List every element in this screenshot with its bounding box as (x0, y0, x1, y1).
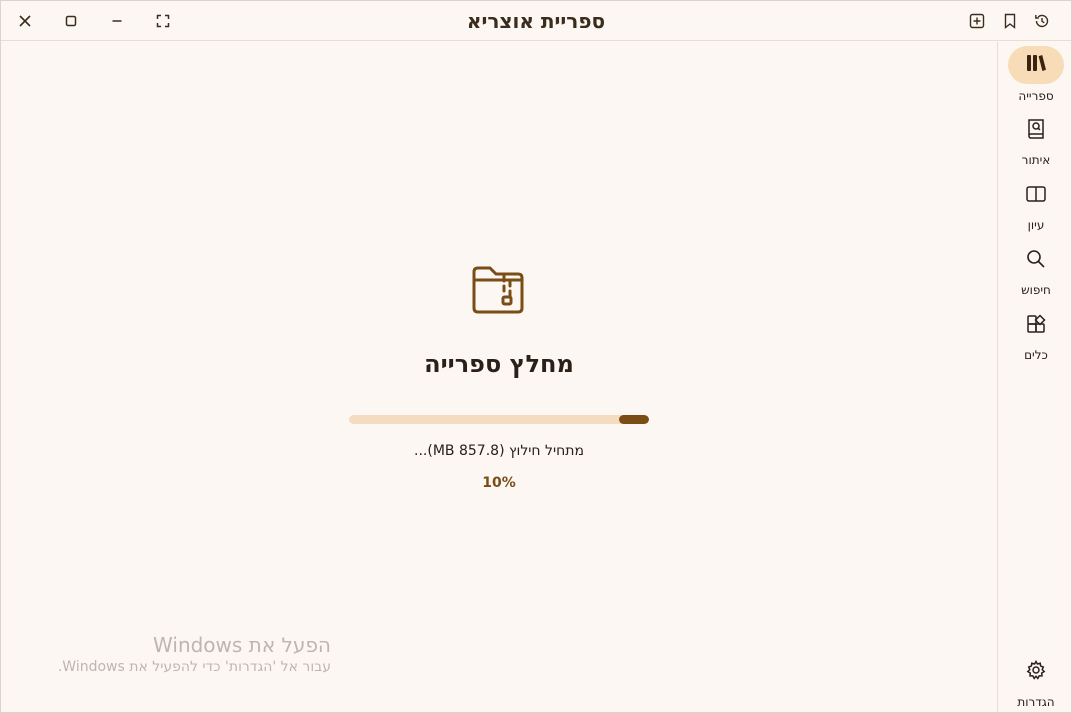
extraction-status: מתחיל חילוץ (857.8 MB)... (414, 443, 584, 459)
sidebar-item-library[interactable]: ספרייה (998, 46, 1072, 106)
bookmark-icon (1003, 13, 1017, 29)
nav-icon-holder (1008, 242, 1064, 280)
library-icon (1025, 53, 1047, 77)
watermark-title: הפעל את Windows (153, 633, 331, 657)
windows-activation-watermark: הפעל את Windows עבור אל 'הגדרות' כדי להפ… (51, 632, 331, 676)
tools-icon (1026, 314, 1046, 338)
sidebar-item-label: ספרייה (1018, 89, 1054, 103)
history-icon (1034, 13, 1050, 29)
app-window: ספריית אוצריא מחלץ ספרייה מתחיל חילוץ (8… (0, 0, 1072, 713)
sidebar-item-label: הגדרות (1017, 695, 1055, 709)
watermark-subtitle: עבור אל 'הגדרות' כדי להפעיל את Windows. (57, 659, 331, 675)
nav-icon-holder (1008, 307, 1064, 345)
gear-icon (1026, 659, 1046, 684)
reading-icon (1025, 184, 1047, 208)
sidebar-item-label: איתור (1021, 153, 1051, 167)
sidebar-item-tools[interactable]: כלים (998, 307, 1072, 367)
bookmark-button[interactable] (997, 9, 1023, 33)
progress-fill (619, 415, 649, 424)
add-tab-icon (969, 13, 985, 29)
add-tab-button[interactable] (964, 9, 990, 33)
sidebar-item-search[interactable]: חיפוש (998, 242, 1072, 302)
sidebar-item-label: חיפוש (1021, 283, 1051, 297)
extraction-heading: מחלץ ספרייה (424, 350, 574, 378)
window-title: ספריית אוצריא (466, 9, 606, 33)
nav-icon-holder (1008, 112, 1064, 150)
nav-icon-holder (1008, 177, 1064, 215)
main-content: מחלץ ספרייה מתחיל חילוץ (857.8 MB)... 10… (1, 42, 997, 712)
nav-icon-holder (1008, 653, 1064, 691)
title-bar: ספריית אוצריא (1, 1, 1071, 41)
sidebar-item-label: עיון (1027, 218, 1045, 232)
sidebar-item-label: כלים (1024, 348, 1048, 362)
history-button[interactable] (1029, 9, 1055, 33)
zipped-folder-icon (470, 264, 526, 320)
find-book-icon (1026, 118, 1046, 144)
progress-percent: 10% (482, 475, 516, 491)
navigation-sidebar: ספרייה איתור עיון חיפוש כלים הגדרות (997, 42, 1071, 712)
search-icon (1026, 249, 1046, 273)
sidebar-item-settings[interactable]: הגדרות (998, 653, 1072, 713)
nav-icon-highlight (1008, 46, 1064, 84)
sidebar-item-find[interactable]: איתור (998, 112, 1072, 172)
extraction-progress-bar (349, 415, 649, 424)
sidebar-item-reading[interactable]: עיון (998, 177, 1072, 237)
